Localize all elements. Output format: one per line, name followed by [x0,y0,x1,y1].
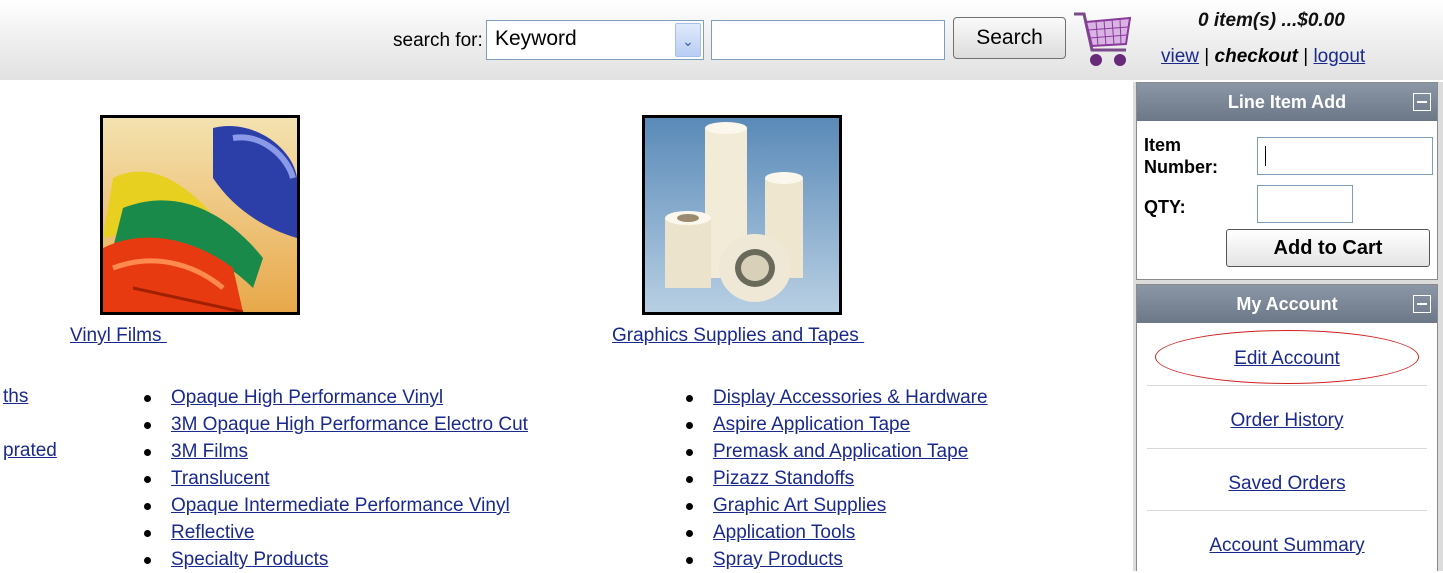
top-search-bar: search for: Keyword ⌄ Search 0 item(s) .… [0,0,1443,80]
list-item[interactable]: 3M Opaque High Performance Electro Cut [171,414,528,435]
divider [1147,448,1427,449]
list-item[interactable]: Graphic Art Supplies [713,495,886,516]
panel-title: My Account [1236,294,1338,314]
list-item[interactable]: 3M Films [171,441,248,462]
bullet-icon [144,422,151,429]
list-item[interactable]: Premask and Application Tape [713,441,968,462]
list-item[interactable]: prated [3,440,57,461]
list-item[interactable]: Reflective [171,522,254,543]
vinyl-films-image[interactable] [100,115,300,315]
bullet-icon [144,395,151,402]
qty-label: QTY: [1144,197,1186,217]
collapse-icon[interactable] [1413,295,1431,313]
search-input[interactable] [711,20,945,60]
shopping-cart-icon[interactable] [1070,6,1136,72]
link-separator: | [1204,46,1210,67]
cart-links: view | checkout | logout [1161,46,1365,68]
search-button[interactable]: Search [953,17,1066,59]
list-item[interactable]: Application Tools [713,522,855,543]
bullet-icon [686,449,693,456]
category-vinyl-films-link[interactable]: Vinyl Films [70,325,167,347]
bullet-icon [686,476,693,483]
cart-summary: 0 item(s) ...$0.00 [1198,10,1345,31]
list-item[interactable]: Spray Products [713,549,843,570]
bullet-icon [144,530,151,537]
collapse-icon[interactable] [1413,93,1431,111]
list-item[interactable]: Pizazz Standoffs [713,468,854,489]
order-history-link[interactable]: Order History [1147,410,1427,432]
bullet-icon [144,503,151,510]
bullet-icon [686,557,693,564]
divider [1147,385,1427,386]
list-item[interactable]: Translucent [171,468,270,489]
divider [1147,510,1427,511]
line-item-add-panel: Line Item Add Item Number: QTY: Add to C… [1136,82,1438,280]
saved-orders-link[interactable]: Saved Orders [1147,473,1427,495]
bullet-icon [686,503,693,510]
bullet-icon [144,449,151,456]
account-summary-link[interactable]: Account Summary [1147,535,1427,557]
category-graphics-supplies-link[interactable]: Graphics Supplies and Tapes [612,325,864,347]
edit-account-link[interactable]: Edit Account [1147,348,1427,370]
bullet-icon [686,395,693,402]
checkout-link[interactable]: checkout [1215,46,1298,67]
panel-title: Line Item Add [1227,92,1347,112]
list-item[interactable]: Opaque High Performance Vinyl [171,387,443,408]
list-item[interactable]: Opaque Intermediate Performance Vinyl [171,495,510,516]
bullet-icon [144,557,151,564]
search-type-value: Keyword [495,27,577,50]
list-item[interactable]: Aspire Application Tape [713,414,910,435]
left-category-list: ths prated [3,383,57,464]
search-type-select[interactable]: Keyword ⌄ [486,20,704,60]
item-label-line: Number: [1144,157,1219,177]
chevron-down-icon[interactable]: ⌄ [675,23,701,57]
view-cart-link[interactable]: view [1161,46,1199,67]
logout-link[interactable]: logout [1313,46,1365,67]
bullet-icon [686,422,693,429]
item-label-line: Item [1144,135,1182,155]
bullet-icon [686,530,693,537]
add-to-cart-button[interactable]: Add to Cart [1226,229,1430,267]
panel-header: My Account [1137,285,1437,323]
qty-input[interactable] [1257,185,1353,223]
tapes-subcategory-list: Display Accessories & Hardware Aspire Ap… [686,384,988,573]
list-item[interactable]: Display Accessories & Hardware [713,387,988,408]
list-item[interactable]: ths [3,386,28,407]
graphics-supplies-image[interactable] [642,115,842,315]
link-separator: | [1303,46,1309,67]
item-number-label: Item Number: [1144,134,1218,178]
right-sidebar: Line Item Add Item Number: QTY: Add to C… [1133,82,1443,571]
my-account-panel: My Account Edit Account Order History Sa… [1136,284,1438,571]
item-number-input[interactable] [1257,137,1433,175]
search-label: search for: [393,30,483,51]
bullet-icon [144,476,151,483]
panel-header: Line Item Add [1137,83,1437,121]
vinyl-subcategory-list: Opaque High Performance Vinyl 3M Opaque … [144,384,528,573]
list-item[interactable]: Specialty Products [171,549,328,570]
